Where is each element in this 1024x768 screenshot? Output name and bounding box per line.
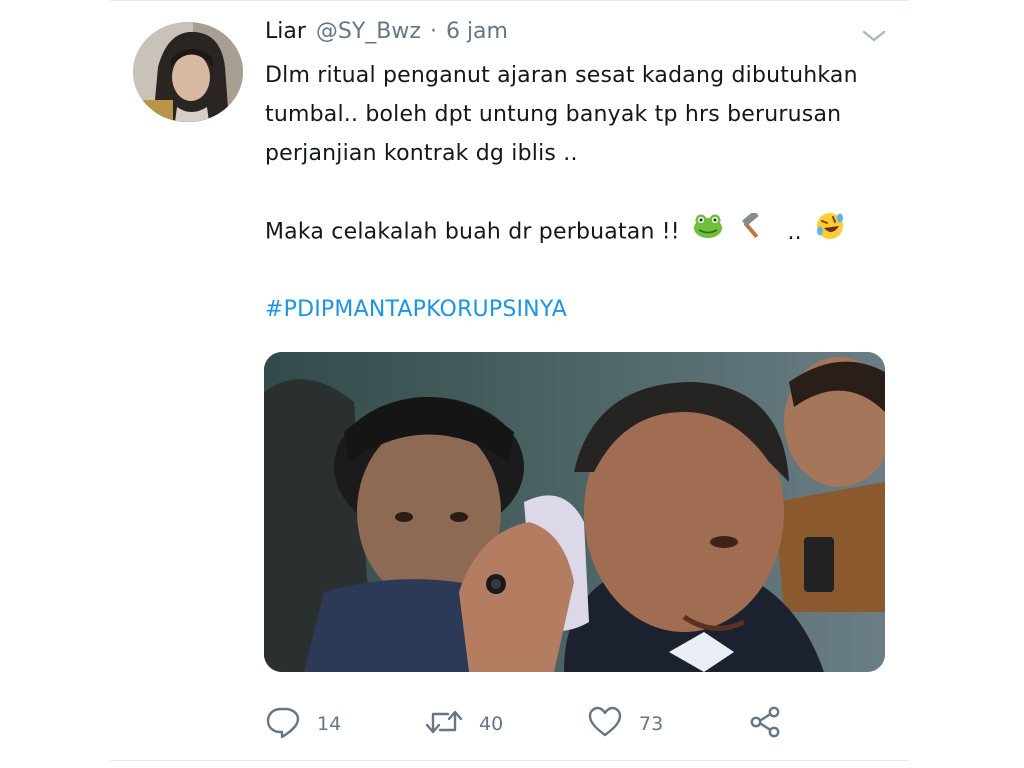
share-button[interactable] [747,704,783,744]
reply-count: 14 [317,713,342,735]
retweet-count: 40 [479,713,504,735]
like-button[interactable]: 73 [587,704,663,744]
tweet-text-line: perjanjian kontrak dg iblis .. [265,141,578,166]
tweet-media-photo[interactable] [264,352,885,672]
retweet-icon [425,705,463,743]
tweet-text-line-with-emojis: Maka celakalah buah dr perbuatan !! .. [265,210,885,253]
share-icon [747,705,783,743]
tweet-text: Dlm ritual penganut ajaran sesat kadang … [265,56,885,329]
reply-icon [265,705,301,743]
hashtag-link[interactable]: #PDIPMANTAPKORUPSINYA [265,297,567,322]
divider-top [110,0,910,1]
tweet-page: Liar @SY_Bwz · 6 jam Dlm ritual penganut… [0,0,1024,768]
tweet-timestamp[interactable]: 6 jam [446,19,508,44]
emoji-separator: .. [787,219,802,245]
tweet-actions: 14 40 73 [265,704,885,744]
tweet-text-line: tumbal.. boleh dpt untung banyak tp hrs … [265,102,842,127]
rolling-laughing-emoji-icon [815,212,845,253]
author-display-name[interactable]: Liar [265,19,306,44]
retweet-button[interactable]: 40 [425,704,503,744]
author-handle[interactable]: @SY_Bwz [316,19,421,44]
hashtag-line: #PDIPMANTAPKORUPSINYA [265,290,885,329]
like-count: 73 [639,713,664,735]
tweet-text-line: Dlm ritual penganut ajaran sesat kadang … [265,63,858,88]
tweet-text-line: Maka celakalah buah dr perbuatan !! [265,219,680,245]
avatar[interactable] [133,22,243,122]
heart-icon [587,705,623,743]
hammer-emoji-icon [736,210,766,252]
divider-bottom [110,760,910,761]
frog-emoji-icon [693,213,723,252]
chevron-down-icon[interactable] [860,24,888,46]
header-separator: · [429,18,437,44]
reply-button[interactable]: 14 [265,704,341,744]
tweet-header: Liar @SY_Bwz · 6 jam [265,16,508,46]
